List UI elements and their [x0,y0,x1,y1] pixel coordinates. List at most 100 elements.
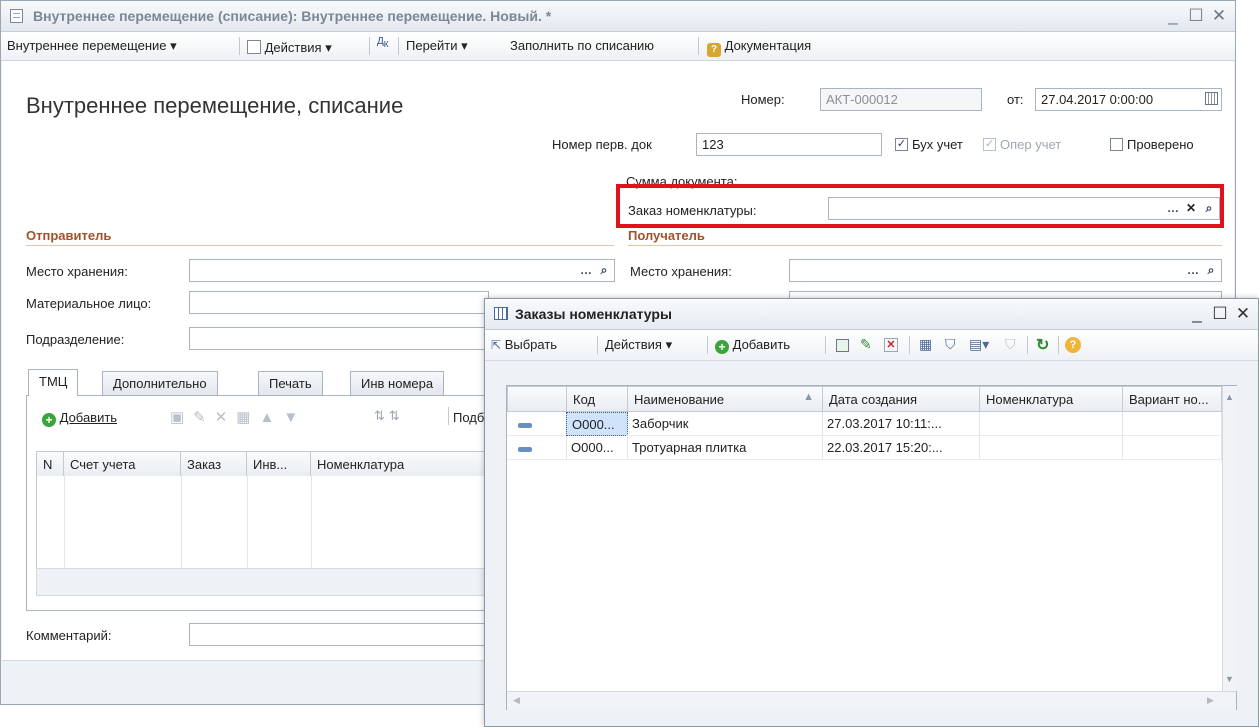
tab-inventory-numbers[interactable]: Инв номера [350,371,445,395]
department-field[interactable] [189,327,489,350]
add-circle-icon: + [42,413,56,427]
sender-storage-field[interactable]: … ⌕ [189,259,615,282]
operational-label: Опер учет [1000,137,1062,152]
scroll-right-icon[interactable]: ▶ [1207,695,1214,706]
ellipsis-select-button[interactable]: … [1184,261,1202,280]
row-marker [507,436,567,460]
grid-footer [36,568,486,596]
popup-select-label: Выбрать [504,337,558,352]
grid-col-order[interactable]: Заказ [180,451,247,477]
accounting-checkbox[interactable]: ✓ [895,138,908,151]
row-created: 22.03.2017 15:20:... [822,436,980,460]
debit-credit-icon[interactable]: ДК [377,36,389,49]
doc-menu-button[interactable]: Внутреннее перемещение ▾ [7,38,177,54]
sort-asc-icon: ▲ [803,391,814,403]
verified-checkbox[interactable] [1110,138,1123,151]
grid-col-inv[interactable]: Инв... [246,451,311,477]
date-value: 27.04.2017 0:00:00 [1041,92,1154,107]
main-window-title: Внутреннее перемещение (списание): Внутр… [33,8,552,24]
row-created: 27.03.2017 10:11:... [822,412,980,436]
form-heading: Внутреннее перемещение, списание [26,93,404,118]
calendar-icon[interactable] [1205,92,1218,105]
grid-body[interactable] [36,476,487,568]
dropdown-arrow-icon: ▾ [665,337,673,352]
orders-col-created[interactable]: Дата создания [822,386,980,412]
popup-minimize-button[interactable]: _ [1187,304,1207,324]
popup-select-button[interactable]: ⇱ Выбрать [491,337,557,352]
receiver-storage-label: Место хранения: [630,264,732,279]
tab-tmc[interactable]: ТМЦ [28,369,79,396]
catalog-item-icon [518,423,532,428]
clear-filter-icon: ⛉ [1005,336,1016,352]
orders-col-code[interactable]: Код [566,386,628,412]
fill-by-writeoff-button[interactable]: Заполнить по списанию [510,38,654,53]
edit-icon[interactable]: ✎ [860,336,872,353]
orders-col-name-label: Наименование [634,392,725,407]
scroll-down-icon[interactable]: ▼ [1225,674,1234,684]
row-variant [1122,436,1222,460]
row-name: Заборчик [627,412,823,436]
popup-actions-button[interactable]: Действия ▾ [605,337,672,353]
sender-storage-label: Место хранения: [26,264,128,279]
popup-close-button[interactable]: ✕ [1233,304,1253,324]
highlight-box [616,184,1224,228]
sort-icons[interactable]: ⇅⇅ [374,408,404,424]
orders-col-variant[interactable]: Вариант но... [1122,386,1222,412]
refresh-icon[interactable]: ↻ [1036,335,1049,355]
actions-menu-button[interactable]: Действия ▾ [247,38,332,56]
horizontal-scrollbar[interactable]: ◀ ▶ [507,691,1236,710]
search-icon[interactable]: ⌕ [1202,261,1220,280]
grid-col-n[interactable]: N [36,451,64,477]
main-titlebar[interactable]: Внутреннее перемещение (списание): Внутр… [1,1,1235,32]
popup-maximize-button[interactable]: ☐ [1210,304,1230,324]
date-field[interactable]: 27.04.2017 0:00:00 [1035,88,1222,111]
receiver-section-title: Получатель [628,228,705,243]
orders-col-icon[interactable] [507,386,567,412]
row-nomenclature [979,412,1123,436]
table-row[interactable]: О000... Тротуарная плитка 22.03.2017 15:… [507,436,1222,460]
filter-list-icon[interactable]: ▤▾ [969,336,989,353]
tab-print[interactable]: Печать [258,371,323,395]
hierarchy-icon[interactable]: ▦ [919,336,932,353]
dropdown-arrow-icon: ▾ [170,38,177,53]
vertical-scrollbar[interactable]: ▲ ▼ [1222,386,1237,691]
popup-title: Заказы номенклатуры [515,306,672,322]
sender-divider [26,245,614,246]
search-icon[interactable]: ⌕ [595,261,613,280]
comment-field[interactable] [189,623,489,646]
catalog-item-icon [518,447,532,452]
receiver-storage-field[interactable]: … ⌕ [789,259,1222,282]
number-field[interactable]: АКТ-000012 [820,88,982,111]
scroll-left-icon[interactable]: ◀ [513,695,520,706]
close-button[interactable]: ✕ [1209,6,1229,26]
add-circle-icon: + [715,340,729,354]
popup-titlebar[interactable]: Заказы номенклатуры _ ☐ ✕ [485,299,1258,330]
grid-col-nomenclature[interactable]: Номенклатура [310,451,486,477]
sender-section-title: Отправитель [26,228,112,243]
orders-col-nomenclature[interactable]: Номенклатура [979,386,1123,412]
maximize-button[interactable]: ☐ [1186,6,1206,26]
grid-pick-button[interactable]: Подб [453,410,484,425]
minimize-button[interactable]: _ [1163,6,1183,26]
actions-label: Действия [264,40,322,55]
primary-doc-field[interactable]: 123 [696,133,882,156]
popup-add-label: Добавить [732,337,791,352]
row-code: О000... [566,412,628,436]
orders-col-name[interactable]: Наименование ▲ [627,386,823,412]
responsible-field[interactable] [189,291,489,314]
go-to-menu-button[interactable]: Перейти ▾ [406,38,468,54]
help-icon[interactable]: ? [1065,337,1081,353]
delete-icon[interactable]: ✕ [884,338,898,352]
grid-add-button[interactable]: + Добавить [42,410,117,427]
copy-icon[interactable] [836,339,849,352]
grid-col-account[interactable]: Счет учета [63,451,181,477]
documentation-button[interactable]: ? Документация [707,38,811,57]
operational-checkbox[interactable]: ✓ [983,138,996,151]
scroll-up-icon[interactable]: ▲ [1225,392,1234,402]
tab-additional[interactable]: Дополнительно [102,371,218,395]
popup-add-button[interactable]: + Добавить [715,337,790,354]
ellipsis-select-button[interactable]: … [577,261,595,280]
table-row[interactable]: О000... Заборчик 27.03.2017 10:11:... [507,412,1222,436]
popup-toolbar: ⇱ Выбрать Действия ▾ + Добавить ✎ ✕ ▦ ⛉ … [485,330,1258,361]
filter-icon[interactable]: ⛉ [945,336,956,353]
